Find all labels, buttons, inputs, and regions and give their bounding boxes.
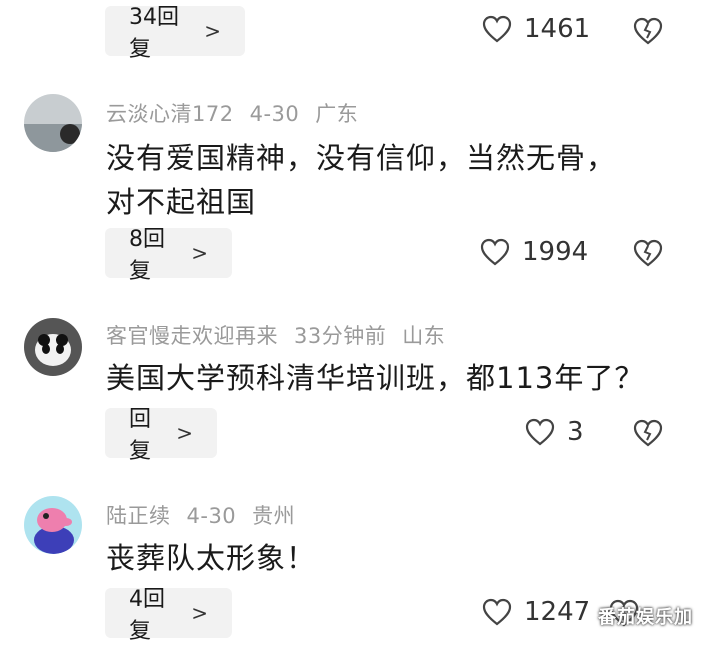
reply-count-label: 回复 — [129, 407, 152, 464]
reply-button[interactable]: 8回复 > — [105, 227, 232, 284]
comment-text: 美国大学预科清华培训班，都113年了？ — [106, 356, 644, 400]
chevron-right-icon: > — [191, 601, 208, 625]
comment-date: 33分钟前 — [294, 324, 387, 348]
comment-line: 对不起祖国 — [106, 185, 257, 219]
avatar[interactable] — [24, 318, 82, 376]
heart-icon — [480, 238, 510, 266]
heart-icon — [482, 598, 512, 626]
broken-heart-icon — [633, 17, 663, 45]
broken-heart-icon — [633, 239, 663, 267]
location: 山东 — [402, 324, 446, 348]
watermark: 番茄娱乐加 — [598, 607, 693, 628]
comment-date: 4-30 — [186, 504, 237, 528]
comment-text: 没有爱国精神，没有信仰，当然无骨， 对不起祖国 — [106, 136, 616, 224]
chevron-right-icon: > — [176, 421, 193, 445]
dislike-button[interactable] — [632, 238, 664, 272]
username[interactable]: 客官慢走欢迎再来 — [106, 324, 278, 348]
comment-line: 没有爱国精神，没有信仰，当然无骨， — [106, 141, 617, 175]
heart-icon — [482, 15, 512, 43]
avatar[interactable] — [24, 496, 82, 554]
username[interactable]: 云淡心清172 — [106, 102, 234, 126]
heart-icon — [525, 418, 555, 446]
comment-meta: 陆正续 4-30 贵州 — [106, 500, 311, 530]
comment-line: 美国大学预科清华培训班，都113年了？ — [106, 361, 645, 395]
like-count: 1461 — [524, 14, 591, 44]
reply-count-label: 8回复 — [129, 227, 165, 284]
like-button[interactable]: 1247 — [482, 597, 590, 627]
avatar[interactable] — [24, 94, 82, 152]
like-count: 1247 — [524, 597, 591, 627]
like-button[interactable]: 1461 — [482, 14, 590, 44]
comment-text: 丧葬队太形象！ — [106, 536, 316, 580]
like-button[interactable]: 3 — [525, 417, 584, 447]
like-count: 3 — [567, 417, 584, 447]
dislike-button[interactable] — [632, 16, 664, 50]
comment-date: 4-30 — [249, 102, 300, 126]
username[interactable]: 陆正续 — [106, 504, 171, 528]
location: 贵州 — [252, 504, 296, 528]
reply-button[interactable]: 34回复 > — [105, 5, 245, 62]
broken-heart-icon — [633, 419, 663, 447]
reply-count-label: 4回复 — [129, 587, 165, 644]
comment-line: 丧葬队太形象！ — [106, 541, 317, 575]
dislike-button[interactable] — [632, 418, 664, 452]
reply-button[interactable]: 回复 > — [105, 407, 217, 464]
comment-meta: 客官慢走欢迎再来 33分钟前 山东 — [106, 320, 461, 350]
chevron-right-icon: > — [204, 19, 221, 43]
reply-count-label: 34回复 — [129, 5, 179, 62]
chevron-right-icon: > — [191, 241, 208, 265]
reply-button[interactable]: 4回复 > — [105, 587, 232, 644]
like-button[interactable]: 1994 — [480, 237, 588, 267]
comment-meta: 云淡心清172 4-30 广东 — [106, 98, 374, 128]
location: 广东 — [315, 102, 359, 126]
like-count: 1994 — [522, 237, 589, 267]
